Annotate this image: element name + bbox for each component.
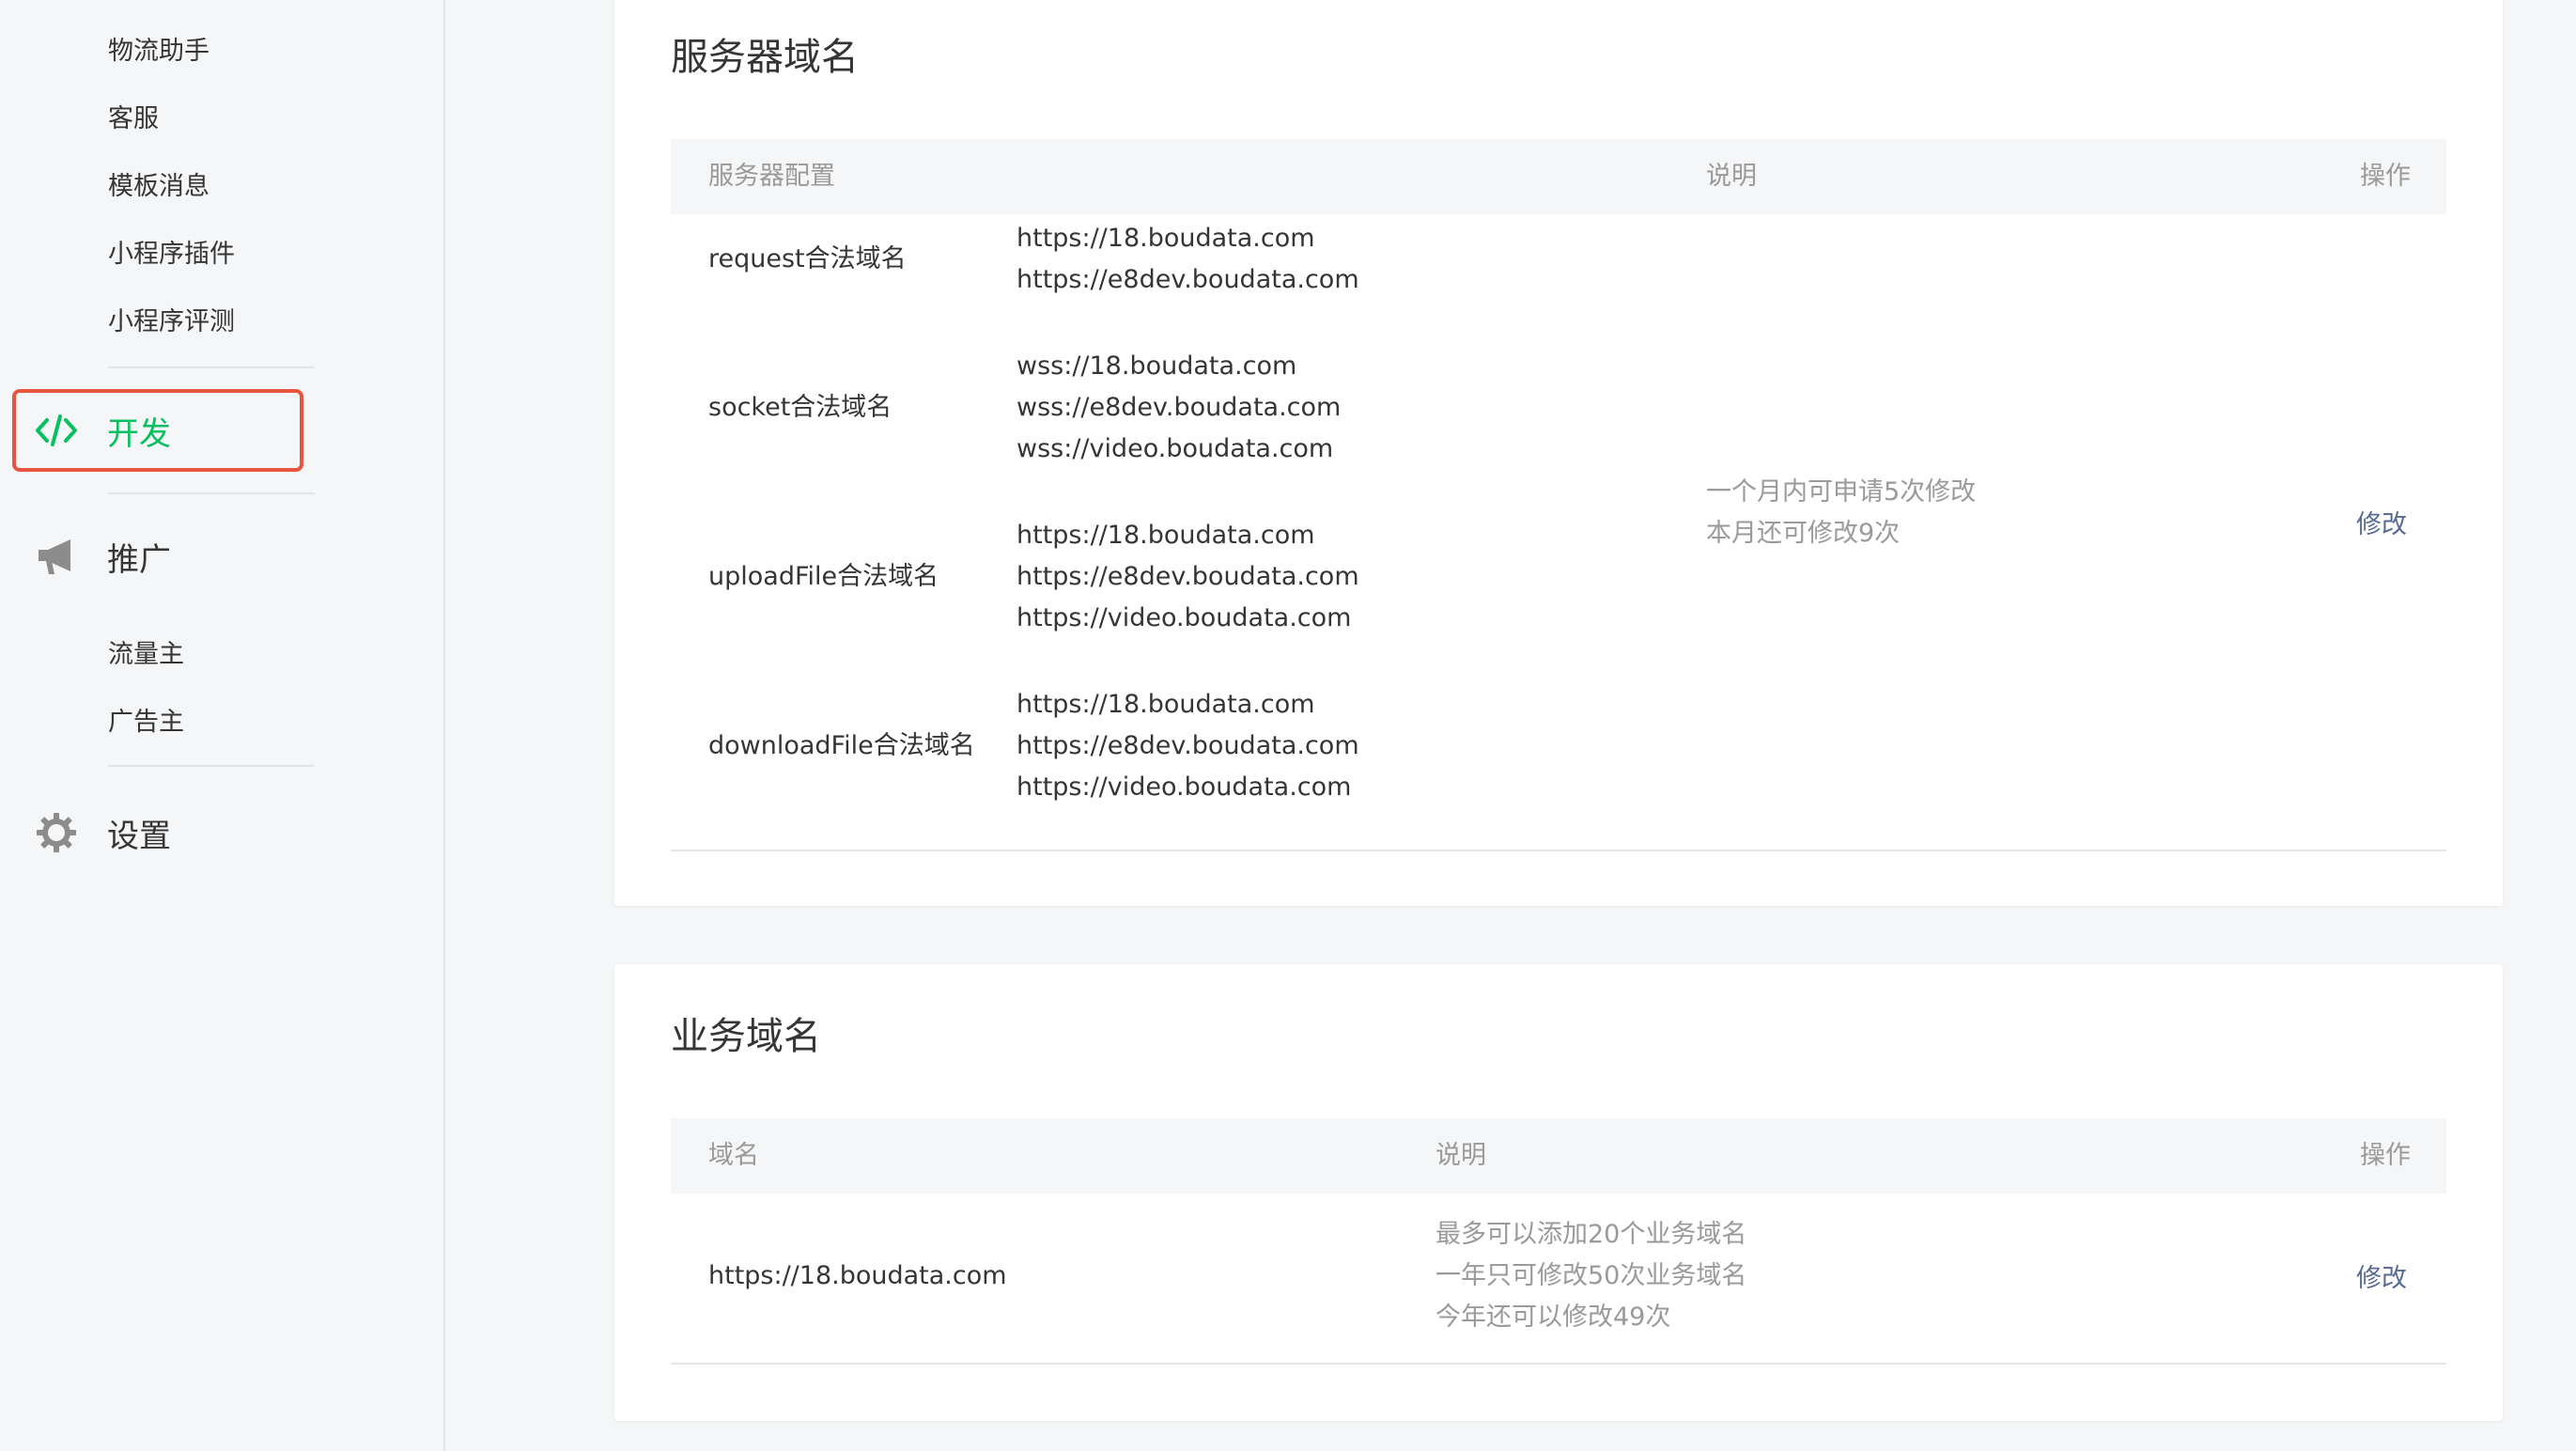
column-header-config: 服务器配置 [708, 162, 835, 191]
modify-server-domain-link[interactable]: 修改 [2356, 504, 2407, 540]
domain-list: wss://18.boudata.com wss://e8dev.boudata… [1016, 346, 1341, 470]
domain-list: https://18.boudata.com https://e8dev.bou… [1016, 684, 1359, 808]
domain-value: wss://18.boudata.com [1016, 351, 1297, 381]
server-domain-card: 服务器域名 服务器配置 说明 操作 request合法域名 https://18… [614, 0, 2503, 906]
megaphone-icon [34, 534, 79, 579]
nav-divider [108, 492, 315, 494]
sidebar-item-customer-service[interactable]: 客服 [108, 98, 159, 134]
sidebar-item-template-message[interactable]: 模板消息 [108, 165, 209, 202]
column-header-description: 说明 [1706, 162, 1757, 191]
description-line: 一年只可修改50次业务域名 [1435, 1261, 1747, 1290]
column-header-description: 说明 [1435, 1141, 1486, 1170]
card-title: 服务器域名 [671, 36, 859, 79]
table-bottom-divider [671, 1363, 2446, 1365]
domain-type-label: downloadFile合法域名 [708, 731, 975, 760]
description-line: 今年还可以修改49次 [1435, 1303, 1671, 1332]
sidebar-group-promote-label: 推广 [107, 540, 171, 579]
sidebar-item-traffic-owner[interactable]: 流量主 [108, 633, 184, 670]
sidebar-item-logistics[interactable]: 物流助手 [108, 30, 209, 67]
domain-value: https://e8dev.boudata.com [1016, 265, 1359, 294]
domain-value: https://video.boudata.com [1016, 603, 1352, 632]
description-line: 一个月内可申请5次修改 [1706, 477, 1977, 507]
card-title: 业务域名 [671, 1015, 821, 1058]
domain-type-label: uploadFile合法域名 [708, 562, 939, 591]
sidebar-group-promote[interactable]: 推广 [34, 528, 171, 585]
description-text: 一个月内可申请5次修改 本月还可修改9次 [1706, 472, 1976, 554]
nav-divider [108, 367, 315, 368]
modify-business-domain-link[interactable]: 修改 [2356, 1257, 2407, 1294]
table-bottom-divider [671, 850, 2446, 851]
column-header-action: 操作 [2360, 162, 2411, 191]
domain-type-label: socket合法域名 [708, 393, 892, 422]
gear-icon [34, 810, 79, 855]
description-text: 最多可以添加20个业务域名 一年只可修改50次业务域名 今年还可以修改49次 [1435, 1214, 1746, 1338]
domain-value: https://18.boudata.com [1016, 521, 1315, 550]
description-line: 最多可以添加20个业务域名 [1435, 1220, 1747, 1249]
table-header: 服务器配置 说明 操作 [671, 139, 2446, 214]
description-line: 本月还可修改9次 [1706, 519, 1901, 548]
domain-type-label: request合法域名 [708, 244, 907, 273]
sidebar-item-evaluation[interactable]: 小程序评测 [108, 301, 235, 337]
domain-value: https://18.boudata.com [1016, 690, 1315, 719]
sidebar-group-develop-label: 开发 [107, 414, 171, 453]
domain-value: wss://video.boudata.com [1016, 434, 1334, 463]
domain-value: https://e8dev.boudata.com [1016, 562, 1359, 591]
nav-divider [108, 765, 315, 767]
sidebar-group-settings-label: 设置 [107, 817, 171, 855]
domain-value: https://video.boudata.com [1016, 772, 1352, 802]
table-header: 域名 说明 操作 [671, 1118, 2446, 1194]
domain-list: https://18.boudata.com https://e8dev.bou… [1016, 515, 1359, 639]
sidebar-item-advertiser[interactable]: 广告主 [108, 701, 184, 738]
sidebar: 物流助手 客服 模板消息 小程序插件 小程序评测 开发 推广 流量主 广告主 设… [0, 0, 445, 1451]
sidebar-group-settings[interactable]: 设置 [34, 804, 171, 861]
column-header-action: 操作 [2360, 1141, 2411, 1170]
domain-value: https://18.boudata.com [1016, 224, 1315, 253]
business-domain-value: https://18.boudata.com [708, 1261, 1007, 1290]
domain-list: https://18.boudata.com https://e8dev.bou… [1016, 218, 1359, 301]
column-header-domain: 域名 [708, 1141, 759, 1170]
domain-value: https://e8dev.boudata.com [1016, 731, 1359, 760]
code-icon [34, 408, 79, 453]
sidebar-group-develop[interactable]: 开发 [34, 402, 171, 459]
domain-value: wss://e8dev.boudata.com [1016, 393, 1342, 422]
business-domain-card: 业务域名 域名 说明 操作 https://18.boudata.com 最多可… [614, 964, 2503, 1421]
sidebar-item-plugins[interactable]: 小程序插件 [108, 233, 235, 270]
